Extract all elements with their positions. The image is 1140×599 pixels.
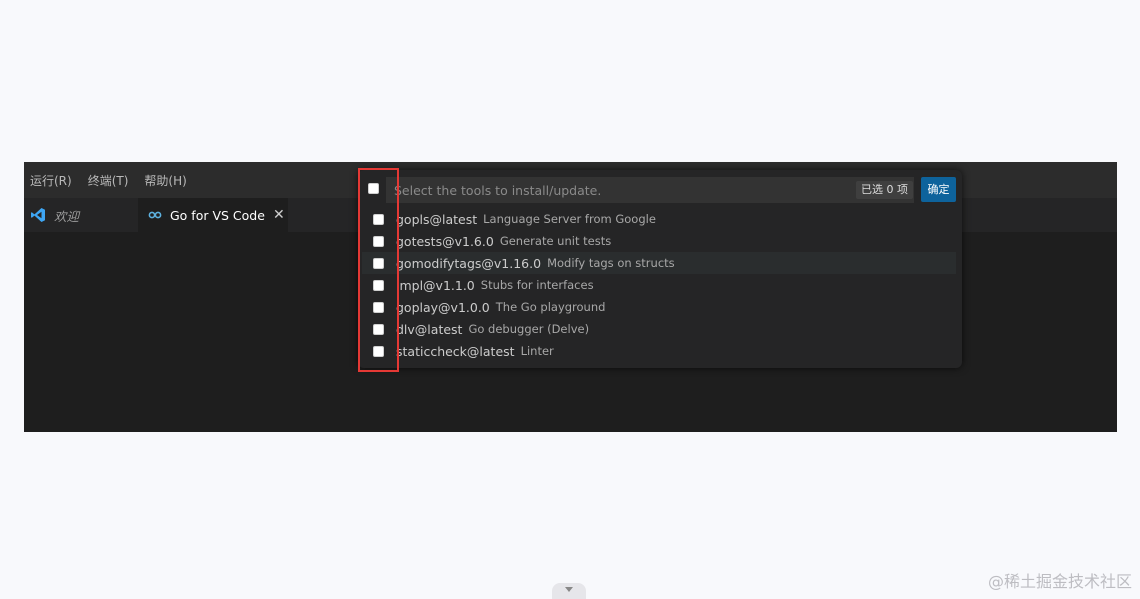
selected-count-badge: 已选 0 项 [856,181,913,199]
tab-welcome-label: 欢迎 [54,208,80,224]
tool-label: gopls@latest [396,211,478,227]
tool-description: Language Server from Google [483,212,656,226]
quick-pick-input[interactable] [386,177,914,203]
tab-go-for-vscode[interactable]: Go for VS Code ✕ [138,198,288,232]
tool-item-goplay[interactable]: goplay@v1.0.0 The Go playground [362,296,956,318]
watermark: @稀土掘金技术社区 [987,572,1132,591]
tool-label: impl@v1.1.0 [396,277,475,293]
chevron-down-icon [565,587,573,592]
tool-install-quick-pick: 已选 0 项 确定 gopls@latest Language Server f… [358,170,962,368]
menu-help[interactable]: 帮助(H) [144,172,186,189]
tool-checkbox[interactable] [373,213,384,225]
tool-list: gopls@latest Language Server from Google… [358,208,962,362]
tool-checkbox[interactable] [373,345,384,357]
tool-description: Linter [520,344,554,358]
tool-checkbox[interactable] [373,279,384,291]
tool-item-gotests[interactable]: gotests@v1.6.0 Generate unit tests [362,230,956,252]
go-extension-icon [148,210,162,220]
tool-description: Go debugger (Delve) [468,322,590,336]
tool-label: gomodifytags@v1.16.0 [396,255,542,271]
tool-item-staticcheck[interactable]: staticcheck@latest Linter [362,340,956,362]
select-all-checkbox[interactable] [368,183,379,194]
close-icon[interactable]: ✕ [273,207,285,223]
tool-label: gotests@v1.6.0 [396,233,494,249]
tool-description: Stubs for interfaces [480,278,594,292]
tab-welcome[interactable]: 欢迎 [24,198,138,232]
vscode-logo-icon [30,207,46,223]
quick-pick-header: 已选 0 项 确定 [360,177,956,203]
tool-description: Generate unit tests [499,234,612,248]
scroll-down-handle[interactable] [552,583,586,599]
tool-label: staticcheck@latest [396,343,515,359]
tool-description: Modify tags on structs [547,256,675,270]
tab-go-label: Go for VS Code [170,207,265,223]
tool-label: dlv@latest [396,321,463,337]
tool-item-impl[interactable]: impl@v1.1.0 Stubs for interfaces [362,274,956,296]
tool-checkbox[interactable] [373,257,384,269]
tool-label: goplay@v1.0.0 [396,299,490,315]
menu-terminal[interactable]: 终端(T) [88,172,129,189]
tool-checkbox[interactable] [373,323,384,335]
tool-item-gomodifytags[interactable]: gomodifytags@v1.16.0 Modify tags on stru… [362,252,956,274]
tool-description: The Go playground [495,300,606,314]
tool-item-gopls[interactable]: gopls@latest Language Server from Google [362,208,956,230]
tool-checkbox[interactable] [373,301,384,313]
tool-checkbox[interactable] [373,235,384,247]
menu-run[interactable]: 运行(R) [30,172,72,189]
tool-item-dlv[interactable]: dlv@latest Go debugger (Delve) [362,318,956,340]
ok-button[interactable]: 确定 [921,177,956,202]
